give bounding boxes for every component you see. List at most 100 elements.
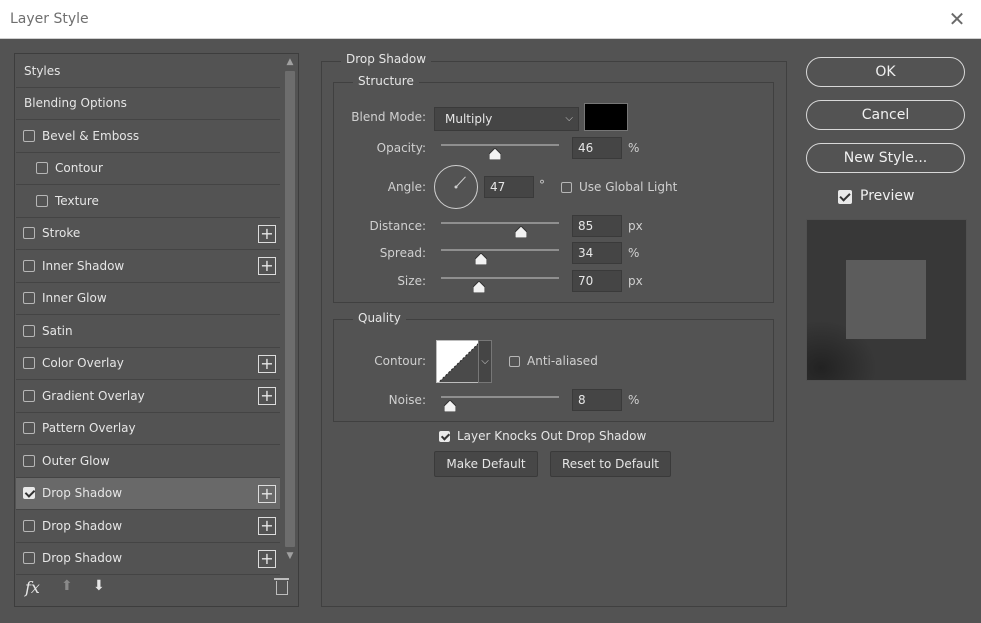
window-title: Layer Style (10, 11, 89, 27)
use-global-light-label: Use Global Light (579, 180, 678, 194)
style-checkbox[interactable] (23, 422, 35, 435)
spread-slider-thumb[interactable] (475, 253, 488, 265)
distance-input[interactable]: 85 (572, 215, 622, 237)
add-style-icon[interactable]: + (258, 517, 276, 535)
spread-unit: % (628, 246, 640, 260)
scroll-thumb[interactable] (285, 71, 295, 547)
blend-mode-label: Blend Mode: (351, 110, 426, 124)
spread-input[interactable]: 34 (572, 242, 622, 264)
styles-list-item[interactable]: Bevel & Emboss (16, 120, 280, 153)
add-style-icon[interactable]: + (258, 484, 276, 503)
angle-input[interactable]: 47 (484, 176, 534, 198)
size-unit: px (628, 274, 643, 288)
style-checkbox[interactable] (23, 552, 35, 565)
scroll-up-icon[interactable]: ▲ (282, 55, 298, 69)
styles-list-item[interactable]: Stroke + (16, 218, 280, 250)
styles-list-item[interactable]: Texture (16, 185, 280, 218)
styles-list-item[interactable]: Gradient Overlay + (16, 380, 280, 413)
style-checkbox[interactable] (23, 519, 35, 532)
style-checkbox[interactable] (23, 389, 35, 402)
cancel-button[interactable]: Cancel (806, 100, 965, 130)
ok-button[interactable]: OK (806, 57, 965, 87)
distance-label: Distance: (369, 219, 426, 233)
styles-list-item[interactable]: Satin (16, 315, 280, 348)
styles-list-item[interactable]: Inner Shadow + (16, 250, 280, 283)
preview-checkbox[interactable] (838, 190, 852, 204)
styles-list-item[interactable]: Contour (16, 153, 280, 185)
add-style-icon[interactable]: + (258, 387, 276, 405)
angle-label: Angle: (387, 180, 426, 194)
use-global-light-checkbox[interactable] (561, 182, 572, 193)
opacity-slider-thumb[interactable] (489, 148, 502, 160)
styles-list-item[interactable]: Pattern Overlay (16, 413, 280, 445)
opacity-unit: % (628, 141, 640, 155)
distance-slider-thumb[interactable] (515, 226, 528, 238)
style-checkbox[interactable] (36, 194, 48, 207)
spread-slider-rail (441, 249, 559, 251)
style-checkbox[interactable] (23, 487, 35, 500)
dialog-body: Styles Blending Options Bevel & Emboss Cont… (0, 39, 981, 623)
scroll-down-icon[interactable]: ▼ (282, 549, 298, 563)
style-label: Color Overlay (42, 356, 124, 371)
styles-list-item[interactable]: Blending Options (16, 88, 280, 120)
reset-to-default-button[interactable]: Reset to Default (550, 451, 671, 477)
blend-mode-select[interactable]: Multiply ⌵ (434, 107, 579, 131)
section-title: Drop Shadow (341, 52, 432, 66)
anti-aliased-checkbox[interactable] (509, 356, 520, 367)
noise-slider-rail (441, 396, 559, 398)
fx-icon[interactable]: fx (25, 578, 40, 597)
size-slider-thumb[interactable] (472, 281, 485, 293)
style-checkbox[interactable] (23, 292, 35, 305)
style-label: Outer Glow (42, 453, 110, 468)
styles-scrollbar[interactable]: ▲ ▼ (282, 55, 298, 573)
style-label: Inner Glow (42, 291, 107, 306)
style-label: Styles (24, 63, 61, 78)
size-input[interactable]: 70 (572, 270, 622, 292)
spread-slider[interactable] (441, 249, 559, 265)
add-style-icon[interactable]: + (258, 224, 276, 243)
size-slider[interactable] (441, 277, 559, 293)
move-up-icon[interactable]: ⬆ (61, 578, 73, 594)
style-checkbox[interactable] (23, 227, 35, 240)
add-style-icon[interactable]: + (258, 549, 276, 568)
close-icon[interactable]: ✕ (943, 6, 971, 34)
style-checkbox[interactable] (23, 324, 35, 337)
opacity-input[interactable]: 46 (572, 137, 622, 159)
style-checkbox[interactable] (23, 129, 35, 142)
styles-list-item[interactable]: Styles (16, 55, 280, 88)
distance-slider[interactable] (441, 222, 559, 238)
layer-knocks-out-label: Layer Knocks Out Drop Shadow (457, 429, 647, 443)
add-style-icon[interactable]: + (258, 257, 276, 275)
styles-list-item[interactable]: Drop Shadow + (16, 477, 280, 510)
styles-list-item[interactable]: Color Overlay + (16, 348, 280, 380)
opacity-slider-rail (441, 144, 559, 146)
contour-picker[interactable] (436, 340, 480, 383)
style-checkbox[interactable] (36, 162, 48, 175)
style-checkbox[interactable] (23, 259, 35, 272)
style-label: Texture (55, 193, 99, 208)
style-checkbox[interactable] (23, 454, 35, 467)
styles-list-item[interactable]: Outer Glow (16, 445, 280, 478)
opacity-slider[interactable] (441, 144, 559, 160)
new-style-button[interactable]: New Style... (806, 143, 965, 173)
shadow-color-swatch[interactable] (584, 103, 628, 131)
noise-input[interactable]: 8 (572, 389, 622, 411)
layer-knocks-out-checkbox[interactable] (439, 431, 450, 442)
style-label: Contour (55, 161, 103, 176)
distance-slider-rail (441, 222, 559, 224)
preview-label: Preview (860, 188, 915, 204)
contour-chevron-icon[interactable]: ⌵ (478, 340, 492, 383)
style-checkbox[interactable] (23, 357, 35, 370)
add-style-icon[interactable]: + (258, 354, 276, 373)
styles-list-item[interactable]: Inner Glow (16, 283, 280, 315)
move-down-icon[interactable]: ⬇ (93, 578, 105, 594)
angle-dial[interactable] (434, 165, 478, 209)
noise-slider-thumb[interactable] (444, 400, 457, 412)
style-label: Stroke (42, 226, 81, 241)
make-default-button[interactable]: Make Default (434, 451, 538, 477)
trash-icon[interactable] (274, 578, 289, 595)
noise-slider[interactable] (441, 396, 559, 412)
size-slider-rail (441, 277, 559, 279)
styles-list-item[interactable]: Drop Shadow + (16, 543, 280, 575)
styles-list-item[interactable]: Drop Shadow + (16, 510, 280, 543)
